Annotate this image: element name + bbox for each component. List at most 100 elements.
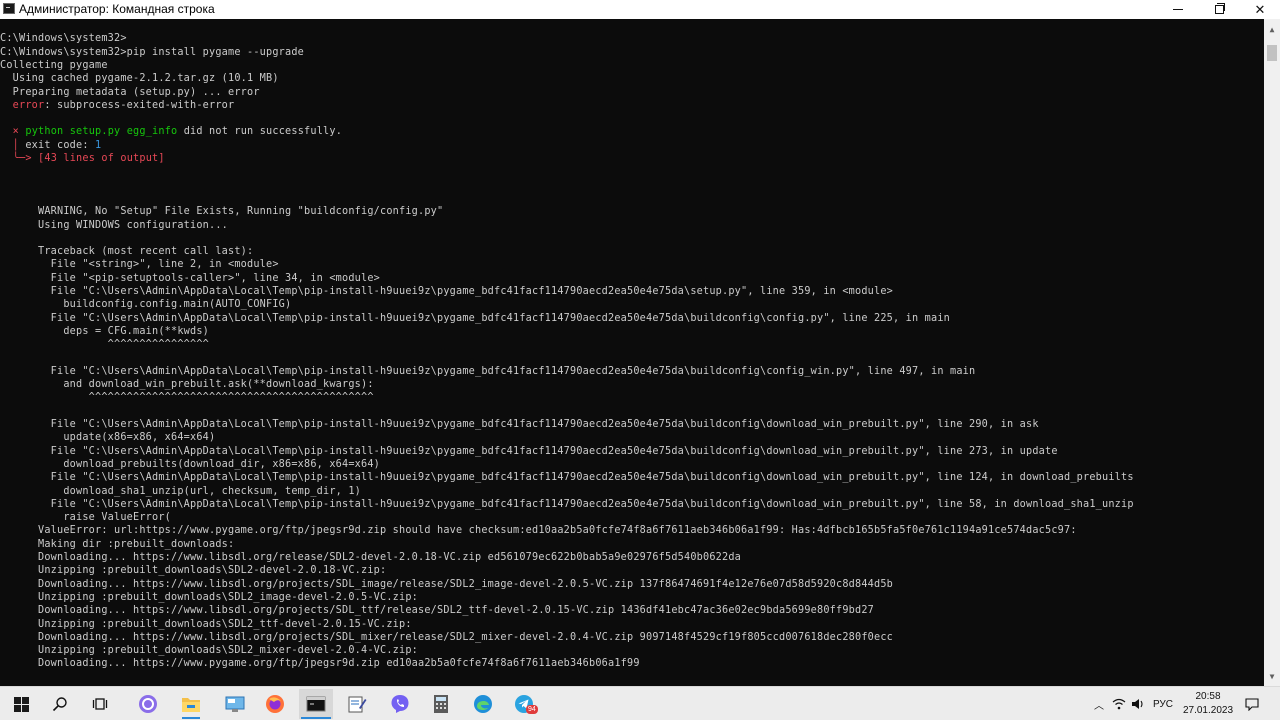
console-line: C:\Windows\system32> [0, 33, 127, 45]
console-text-segment: 1 [95, 139, 102, 151]
console-line: ╰─> [43 lines of output] [0, 152, 165, 165]
console-text-segment: exit code: [19, 139, 96, 151]
chevron-up-icon: ︿ [1094, 700, 1104, 712]
console-line: Unzipping :prebuilt_downloads\SDL2_ttf-d… [0, 618, 412, 630]
search-icon [52, 697, 67, 712]
wifi-icon [1112, 698, 1126, 710]
app-control-panel[interactable] [218, 689, 252, 719]
console-text-segment [0, 153, 13, 164]
speaker-icon [1132, 699, 1143, 709]
console-line: WARNING, No "Setup" File Exists, Running… [0, 206, 444, 218]
console-line: error: subprocess-exited-with-error [0, 99, 234, 112]
console-line: update(x86=x86, x64=x64) [0, 432, 216, 444]
console-line: File "C:\Users\Admin\AppData\Local\Temp\… [0, 445, 1058, 457]
console-text-segment: did not run successfully. [177, 126, 343, 138]
app-cortana[interactable] [131, 689, 165, 719]
console-line: Unzipping :prebuilt_downloads\SDL2_image… [0, 591, 419, 603]
calculator-icon [434, 695, 448, 713]
console-line: File "<pip-setuptools-caller>", line 34,… [0, 272, 381, 284]
app-viber[interactable] [383, 689, 417, 719]
console-line: File "C:\Users\Admin\AppData\Local\Temp\… [0, 498, 1134, 510]
title-bar: Администратор: Командная строка ✕ [0, 0, 1280, 19]
minimize-button[interactable] [1155, 0, 1201, 19]
firefox-icon [266, 695, 284, 713]
notifications-button[interactable] [1243, 695, 1261, 713]
app-telegram[interactable]: 94 [507, 689, 541, 719]
edge-icon [474, 695, 492, 713]
console-line: Downloading... https://www.libsdl.org/pr… [0, 578, 894, 590]
folder-icon [182, 698, 200, 712]
app-editor[interactable] [340, 689, 374, 719]
console-line: Collecting pygame [0, 59, 108, 71]
console-line: × python setup.py egg_info did not run s… [0, 125, 342, 138]
task-view-button[interactable] [83, 689, 117, 719]
viber-icon [391, 695, 409, 713]
console-line: ^^^^^^^^^^^^^^^^ [0, 339, 210, 351]
search-button[interactable] [43, 689, 77, 719]
cmd-window-icon [3, 3, 15, 14]
console-line: File "C:\Users\Admin\AppData\Local\Temp\… [0, 286, 894, 297]
console-line: and download_win_prebuilt.ask(**download… [0, 379, 374, 391]
scrollbar-thumb[interactable] [1267, 45, 1277, 61]
console-line: Downloading... https://www.libsdl.org/re… [0, 552, 742, 563]
console-line: C:\Windows\system32>pip install pygame -… [0, 46, 305, 58]
console-line: File "C:\Users\Admin\AppData\Local\Temp\… [0, 365, 976, 377]
start-button[interactable] [4, 689, 38, 719]
clock-time: 20:58 [1195, 691, 1221, 702]
volume-button[interactable] [1130, 695, 1146, 713]
console-line: download_prebuilts(download_dir, x86=x86… [0, 458, 381, 470]
console-text-segment [0, 100, 13, 111]
close-icon: ✕ [1254, 1, 1266, 17]
vertical-scrollbar[interactable]: ▲ ▼ [1264, 19, 1280, 686]
app-calculator[interactable] [424, 689, 458, 719]
task-view-icon [92, 698, 108, 710]
console-output[interactable]: C:\Windows\system32> C:\Windows\system32>… [0, 19, 1264, 686]
console-line: Using cached pygame-2.1.2.tar.gz (10.1 M… [0, 73, 279, 85]
editor-icon [348, 696, 367, 713]
clock[interactable]: 20:58 27.01.2023 [1180, 689, 1236, 719]
scroll-down-button[interactable]: ▼ [1264, 668, 1280, 684]
scroll-up-button[interactable]: ▲ [1264, 21, 1280, 37]
windows-logo-icon [13, 696, 29, 712]
app-command-prompt[interactable] [299, 689, 333, 719]
tray-overflow-button[interactable]: ︿ [1092, 695, 1106, 713]
console-line: ValueError: url:https://www.pygame.org/f… [0, 525, 1077, 537]
console-line: File "<string>", line 2, in <module> [0, 259, 279, 271]
clock-date: 27.01.2023 [1182, 705, 1234, 716]
language-indicator[interactable]: РУС [1150, 695, 1176, 713]
minimize-icon [1173, 9, 1183, 10]
console-text-segment: python setup.py egg_info [25, 126, 178, 138]
console-line: ^^^^^^^^^^^^^^^^^^^^^^^^^^^^^^^^^^^^^^^^… [0, 392, 374, 404]
console-text-segment: [43 lines of output] [38, 153, 165, 164]
console-line: Downloading... https://www.pygame.org/ft… [0, 658, 640, 670]
maximize-button[interactable] [1196, 0, 1242, 19]
console-line: Downloading... https://www.libsdl.org/pr… [0, 605, 875, 617]
network-button[interactable] [1111, 695, 1127, 713]
window-title: Администратор: Командная строка [19, 2, 215, 16]
console-line: File "C:\Users\Admin\AppData\Local\Temp\… [0, 312, 951, 324]
restore-icon [1214, 3, 1225, 14]
console-line: Preparing metadata (setup.py) ... error [0, 86, 260, 98]
app-edge[interactable] [466, 689, 500, 719]
console-line: Using WINDOWS configuration... [0, 219, 229, 231]
console-line: Downloading... https://www.libsdl.org/pr… [0, 631, 894, 643]
console-line: buildconfig.config.main(AUTO_CONFIG) [0, 299, 292, 311]
app-file-explorer[interactable] [174, 689, 208, 719]
console-text-segment [0, 140, 13, 151]
console-text-segment: ╰─> [12, 153, 32, 164]
notification-icon [1245, 697, 1259, 711]
console-line: File "C:\Users\Admin\AppData\Local\Temp\… [0, 472, 1134, 484]
console-line: deps = CFG.main(**kwds) [0, 325, 210, 337]
console-line: Unzipping :prebuilt_downloads\SDL2_mixer… [0, 645, 419, 657]
console-line: │ exit code: 1 [0, 139, 101, 152]
close-button[interactable]: ✕ [1237, 0, 1280, 19]
app-firefox[interactable] [258, 689, 292, 719]
scroll-up-icon: ▲ [1269, 24, 1275, 34]
control-panel-icon [225, 696, 245, 712]
console-line: Traceback (most recent call last): [0, 246, 254, 258]
console-line: download_sha1_unzip(url, checksum, temp_… [0, 485, 362, 497]
telegram-unread-badge: 94 [526, 705, 538, 714]
cortana-icon [139, 695, 157, 713]
taskbar: 94 ︿ РУС 20:58 27.01.2023 [0, 686, 1280, 720]
console-text-segment: : subprocess-exited-with-error [44, 99, 235, 111]
